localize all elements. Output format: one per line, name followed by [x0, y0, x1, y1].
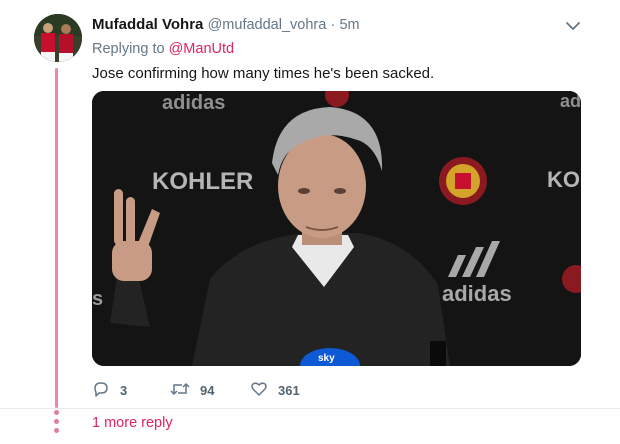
tweet-header: Mufaddal Vohra @mufaddal_vohra · 5m	[92, 16, 360, 33]
reply-action[interactable]: 3	[92, 380, 127, 401]
thread-connector-line	[55, 68, 58, 408]
backdrop-word-adidas-top: adidas	[162, 92, 225, 114]
like-action[interactable]: 361	[250, 380, 300, 401]
header-separator: ·	[330, 17, 336, 33]
reply-mention-link[interactable]: @ManUtd	[169, 41, 235, 57]
retweet-count: 94	[200, 383, 215, 398]
reply-count: 3	[120, 383, 128, 398]
avatar[interactable]	[34, 14, 82, 62]
retweet-icon	[170, 380, 200, 401]
replying-to-label: Replying to	[92, 41, 165, 57]
retweet-action[interactable]: 94	[170, 380, 214, 401]
author-handle[interactable]: @mufaddal_vohra	[208, 17, 327, 33]
reply-icon	[92, 380, 120, 401]
thread-footer: 1 more reply	[0, 408, 620, 444]
tweet-media-image[interactable]: adidas KOHLER KO adidas ad s sky	[92, 91, 581, 366]
author-name[interactable]: Mufaddal Vohra	[92, 16, 203, 33]
backdrop-word-left-edge: s	[92, 288, 103, 310]
backdrop-word-kohler-right: KO	[547, 167, 580, 192]
tweet-timestamp[interactable]: 5m	[339, 17, 359, 33]
like-count: 361	[278, 383, 300, 398]
chevron-down-icon[interactable]	[563, 16, 583, 36]
backdrop-word-adidas-corner: ad	[560, 91, 581, 111]
thread-dots	[54, 410, 59, 437]
mic-label: sky	[318, 353, 335, 364]
tweet-text: Jose confirming how many times he's been…	[92, 65, 435, 82]
heart-icon	[250, 380, 278, 401]
more-replies-link[interactable]: 1 more reply	[92, 415, 173, 431]
replying-to: Replying to @ManUtd	[92, 41, 234, 57]
tweet-card[interactable]: Mufaddal Vohra @mufaddal_vohra · 5m Repl…	[0, 0, 620, 408]
backdrop-word-adidas-right: adidas	[442, 281, 512, 306]
backdrop-word-kohler-left: KOHLER	[152, 168, 253, 195]
